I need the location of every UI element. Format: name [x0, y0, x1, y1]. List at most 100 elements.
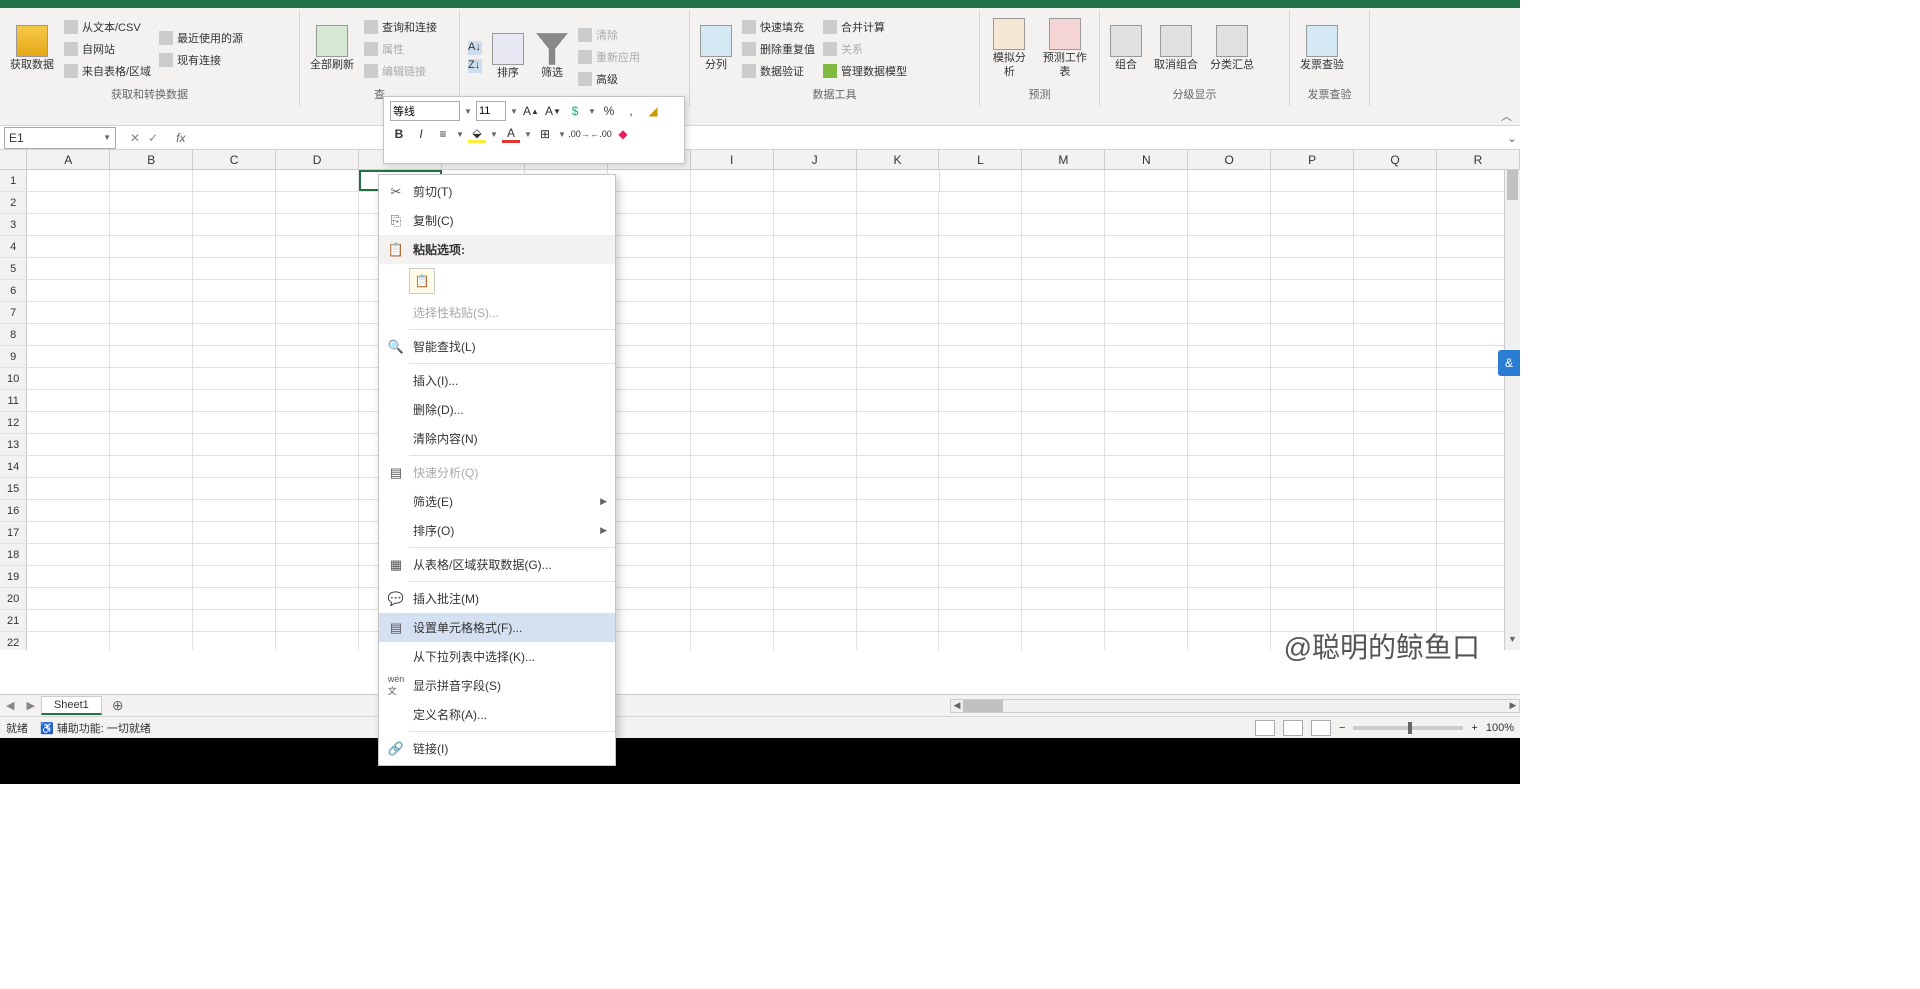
decrease-decimal-button[interactable]: ←.00 — [592, 125, 610, 143]
font-color-button[interactable]: A — [502, 125, 520, 143]
cell[interactable] — [774, 434, 857, 455]
cell[interactable] — [27, 258, 110, 279]
column-header[interactable]: K — [857, 150, 940, 169]
cell[interactable] — [27, 522, 110, 543]
cell[interactable] — [857, 324, 940, 345]
cell[interactable] — [1271, 258, 1354, 279]
cell[interactable] — [1105, 522, 1188, 543]
cell[interactable] — [1271, 192, 1354, 213]
cell[interactable] — [27, 588, 110, 609]
cell[interactable] — [276, 412, 359, 433]
cell[interactable] — [27, 280, 110, 301]
cell[interactable] — [1105, 170, 1188, 191]
cell[interactable] — [193, 170, 276, 191]
cell[interactable] — [1188, 302, 1271, 323]
cell[interactable] — [110, 192, 193, 213]
cell[interactable] — [608, 214, 691, 235]
cell[interactable] — [608, 236, 691, 257]
row-header[interactable]: 10 — [0, 368, 27, 389]
cell[interactable] — [857, 412, 940, 433]
cell[interactable] — [774, 544, 857, 565]
cell[interactable] — [1188, 522, 1271, 543]
cell[interactable] — [1022, 456, 1105, 477]
clear-contents-menu-item[interactable]: 清除内容(N) — [379, 424, 615, 453]
cell[interactable] — [608, 566, 691, 587]
cell[interactable] — [1022, 236, 1105, 257]
cell[interactable] — [857, 632, 940, 650]
cell[interactable] — [1271, 390, 1354, 411]
clear-format-button[interactable]: ◆ — [614, 125, 632, 143]
cell[interactable] — [857, 522, 940, 543]
row-header[interactable]: 5 — [0, 258, 27, 279]
cell[interactable] — [1022, 368, 1105, 389]
cell[interactable] — [276, 302, 359, 323]
row-header[interactable]: 17 — [0, 522, 27, 543]
cell[interactable] — [608, 192, 691, 213]
cell[interactable] — [276, 456, 359, 477]
zoom-level[interactable]: 100% — [1486, 722, 1514, 734]
percent-button[interactable]: % — [600, 102, 618, 120]
cell[interactable] — [193, 368, 276, 389]
cell[interactable] — [193, 632, 276, 650]
cell[interactable] — [1022, 566, 1105, 587]
cell[interactable] — [193, 544, 276, 565]
cell[interactable] — [110, 522, 193, 543]
cell[interactable] — [774, 302, 857, 323]
delete-menu-item[interactable]: 删除(D)... — [379, 395, 615, 424]
cell[interactable] — [1354, 170, 1437, 191]
column-header[interactable]: J — [774, 150, 857, 169]
cell[interactable] — [1354, 236, 1437, 257]
column-header[interactable]: M — [1022, 150, 1105, 169]
cell[interactable] — [1105, 214, 1188, 235]
cell[interactable] — [1105, 500, 1188, 521]
sort-asc-button[interactable]: A↓ — [466, 40, 484, 56]
cell[interactable] — [1188, 412, 1271, 433]
cell[interactable] — [857, 500, 940, 521]
column-header[interactable]: I — [691, 150, 774, 169]
cell[interactable] — [27, 412, 110, 433]
cell[interactable] — [27, 346, 110, 367]
cell[interactable] — [193, 280, 276, 301]
cell[interactable] — [1105, 390, 1188, 411]
cell[interactable] — [1105, 236, 1188, 257]
cell[interactable] — [1188, 368, 1271, 389]
cell[interactable] — [110, 280, 193, 301]
cell[interactable] — [276, 236, 359, 257]
reapply-button[interactable]: 重新应用 — [576, 48, 642, 66]
cell[interactable] — [608, 346, 691, 367]
cell[interactable] — [1188, 500, 1271, 521]
row-header[interactable]: 3 — [0, 214, 27, 235]
chevron-down-icon[interactable]: ▼ — [490, 130, 498, 139]
cell[interactable] — [939, 214, 1022, 235]
cell[interactable] — [193, 390, 276, 411]
cell[interactable] — [857, 170, 940, 191]
cell[interactable] — [1105, 324, 1188, 345]
copy-menu-item[interactable]: ⎘复制(C) — [379, 206, 615, 235]
cell[interactable] — [691, 170, 774, 191]
cell[interactable] — [1105, 368, 1188, 389]
cell[interactable] — [857, 192, 940, 213]
cell[interactable] — [1271, 170, 1354, 191]
tab-nav-next[interactable]: ▶ — [20, 699, 40, 712]
cell[interactable] — [110, 632, 193, 650]
zoom-out-button[interactable]: − — [1339, 722, 1345, 734]
column-header[interactable]: R — [1437, 150, 1520, 169]
cell[interactable] — [1188, 324, 1271, 345]
cell[interactable] — [939, 390, 1022, 411]
cell[interactable] — [276, 544, 359, 565]
cell[interactable] — [608, 522, 691, 543]
cell[interactable] — [691, 566, 774, 587]
smart-lookup-menu-item[interactable]: 🔍智能查找(L) — [379, 332, 615, 361]
cell[interactable] — [857, 368, 940, 389]
scroll-thumb[interactable] — [963, 700, 1003, 712]
cell[interactable] — [1188, 434, 1271, 455]
select-all-corner[interactable] — [0, 150, 27, 169]
chevron-down-icon[interactable]: ▼ — [456, 130, 464, 139]
cell[interactable] — [1105, 434, 1188, 455]
cell[interactable] — [276, 522, 359, 543]
column-header[interactable]: L — [939, 150, 1022, 169]
normal-view-button[interactable] — [1255, 720, 1275, 736]
cell[interactable] — [193, 456, 276, 477]
cell[interactable] — [857, 478, 940, 499]
cell[interactable] — [276, 324, 359, 345]
